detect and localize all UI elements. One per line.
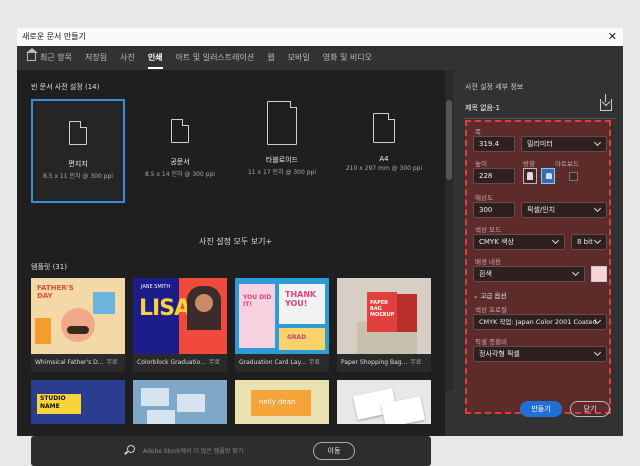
landscape-orientation-icon[interactable] bbox=[541, 168, 555, 184]
preset-legal[interactable]: 공문서 8.5 x 14 인치 @ 300 ppi bbox=[133, 99, 227, 203]
resolution-label: 해상도 bbox=[475, 194, 493, 202]
template-card[interactable] bbox=[337, 380, 431, 424]
blank-presets-heading: 빈 문서 사전 설정 (14) bbox=[31, 83, 100, 91]
document-icon bbox=[267, 101, 297, 145]
tab-photo[interactable]: 사진 bbox=[120, 46, 135, 70]
resolution-unit-dropdown[interactable]: 픽셀/인치 bbox=[521, 202, 607, 218]
templates-heading: 템플릿 (31) bbox=[31, 263, 67, 271]
background-dropdown[interactable]: 흰색 bbox=[473, 266, 585, 282]
template-thumbnail: FATHER'S DAY bbox=[31, 278, 125, 354]
resolution-input[interactable]: 300 bbox=[473, 202, 515, 218]
color-profile-label: 색상 프로필 bbox=[475, 306, 507, 314]
dialog-titlebar: 새로운 문서 만들기 ✕ bbox=[17, 28, 623, 46]
category-tabs: 최근 항목 저장됨 사진 인쇄 아트 및 일러스트레이션 웹 모바일 영화 및 … bbox=[17, 46, 623, 70]
artboard-label: 아트보드 bbox=[555, 160, 579, 168]
preset-letter[interactable]: 편지지 8.5 x 11 인치 @ 300 ppi bbox=[31, 99, 125, 203]
chevron-down-icon bbox=[593, 204, 602, 213]
document-icon bbox=[69, 121, 87, 145]
chevron-down-icon bbox=[593, 348, 602, 357]
new-document-dialog: 새로운 문서 만들기 ✕ 최근 항목 저장됨 사진 인쇄 아트 및 일러스트레이… bbox=[17, 28, 623, 466]
template-thumbnail: STUDIO NAME bbox=[31, 380, 125, 424]
document-icon bbox=[373, 113, 395, 143]
template-card[interactable]: nelly dean bbox=[235, 380, 329, 424]
tab-art-illustration[interactable]: 아트 및 일러스트레이션 bbox=[176, 46, 255, 70]
template-card[interactable]: STUDIO NAME bbox=[31, 380, 125, 424]
color-mode-label: 색상 모드 bbox=[475, 226, 501, 234]
divider bbox=[463, 118, 615, 119]
tab-recent[interactable]: 최근 항목 bbox=[26, 46, 72, 70]
presets-panel: 빈 문서 사전 설정 (14) 편지지 8.5 x 11 인치 @ 300 pp… bbox=[17, 70, 445, 466]
bit-depth-dropdown[interactable]: 8 bit bbox=[571, 234, 607, 250]
chevron-down-icon bbox=[593, 138, 602, 147]
unit-dropdown[interactable]: 밀리미터 bbox=[521, 136, 607, 152]
template-name: Paper Shopping Bag... bbox=[341, 359, 408, 366]
pixel-aspect-label: 픽셀 종횡비 bbox=[475, 338, 507, 346]
template-card[interactable] bbox=[133, 380, 227, 424]
template-thumbnail bbox=[133, 380, 227, 424]
tab-film-video[interactable]: 영화 및 비디오 bbox=[323, 46, 372, 70]
presets-scrollbar[interactable] bbox=[445, 70, 453, 390]
width-input[interactable]: 319.4 bbox=[473, 136, 515, 152]
template-thumbnail bbox=[337, 380, 431, 424]
template-name: Graduation Card Lay... bbox=[239, 359, 306, 366]
document-name-field[interactable]: 제목 없음-1 bbox=[465, 103, 500, 113]
stock-search-bar: Adobe Stock에서 더 많은 템플릿 찾기 이동 bbox=[31, 436, 431, 466]
dialog-title: 새로운 문서 만들기 bbox=[22, 32, 86, 41]
chevron-down-icon bbox=[593, 236, 602, 245]
template-card[interactable]: FATHER'S DAY Whimsical Father's D... 무료 bbox=[31, 278, 125, 372]
advanced-options-toggle[interactable]: ⌄ 고급 옵션 bbox=[473, 290, 507, 300]
color-profile-dropdown[interactable]: CMYK 작업: Japan Color 2001 Coated bbox=[473, 314, 607, 330]
background-label: 배경 내용 bbox=[475, 258, 501, 266]
scroll-thumb[interactable] bbox=[446, 100, 452, 180]
pixel-aspect-dropdown[interactable]: 정사각형 픽셀 bbox=[473, 346, 607, 362]
home-icon bbox=[26, 48, 38, 61]
template-thumbnail: JANE SMITH LISA bbox=[133, 278, 227, 354]
highlighted-settings-region: 폭 319.4 밀리미터 높이 방향 아트보드 228 해상도 300 픽셀/인… bbox=[465, 120, 611, 414]
search-icon bbox=[127, 445, 135, 453]
stock-search-input[interactable]: Adobe Stock에서 더 많은 템플릿 찾기 bbox=[143, 446, 243, 455]
template-name: Whimsical Father's D... bbox=[35, 359, 104, 366]
close-button[interactable]: 닫기 bbox=[570, 401, 610, 417]
color-mode-dropdown[interactable]: CMYK 색상 bbox=[473, 234, 565, 250]
tab-mobile[interactable]: 모바일 bbox=[288, 46, 310, 70]
background-color-swatch[interactable] bbox=[591, 266, 607, 282]
chevron-down-icon bbox=[571, 268, 580, 277]
template-card[interactable]: JANE SMITH LISA Colorblock Graduatio... 무… bbox=[133, 278, 227, 372]
height-label: 높이 bbox=[475, 160, 487, 168]
chevron-down-icon bbox=[551, 236, 560, 245]
template-name: Colorblock Graduatio... bbox=[137, 359, 206, 366]
preset-tabloid[interactable]: 타블로이드 11 x 17 인치 @ 300 ppi bbox=[235, 99, 329, 203]
tab-web[interactable]: 웹 bbox=[267, 46, 274, 70]
width-label: 폭 bbox=[475, 128, 481, 136]
close-icon[interactable]: ✕ bbox=[608, 28, 617, 46]
height-input[interactable]: 228 bbox=[473, 168, 515, 184]
artboard-checkbox[interactable] bbox=[569, 172, 578, 181]
create-button[interactable]: 만들기 bbox=[520, 401, 562, 417]
preset-a4[interactable]: A4 210 x 297 mm @ 300 ppi bbox=[337, 99, 431, 203]
save-preset-icon[interactable] bbox=[600, 94, 612, 111]
tab-print[interactable]: 인쇄 bbox=[147, 46, 163, 70]
template-thumbnail: YOU DID IT! THANK YOU! GRAD bbox=[235, 278, 329, 354]
tab-saved[interactable]: 저장됨 bbox=[85, 46, 107, 70]
document-icon bbox=[171, 119, 189, 143]
portrait-orientation-icon[interactable] bbox=[523, 168, 537, 184]
template-thumbnail: nelly dean bbox=[235, 380, 329, 424]
preset-details-title: 사전 설정 세부 정보 bbox=[465, 83, 524, 91]
view-all-presets-link[interactable]: 사진 설정 모두 보기+ bbox=[199, 236, 272, 247]
go-button[interactable]: 이동 bbox=[313, 442, 355, 460]
template-card[interactable]: PAPER BAG MOCKUP Paper Shopping Bag... 무료 bbox=[337, 278, 431, 372]
template-card[interactable]: YOU DID IT! THANK YOU! GRAD Graduation C… bbox=[235, 278, 329, 372]
template-thumbnail: PAPER BAG MOCKUP bbox=[337, 278, 431, 354]
orientation-label: 방향 bbox=[523, 160, 535, 168]
